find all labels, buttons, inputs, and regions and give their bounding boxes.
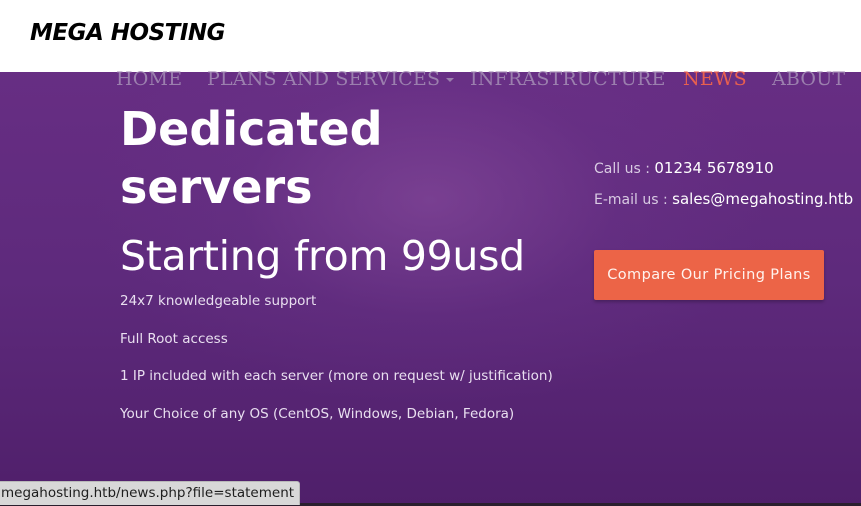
link-status-bar: megahosting.htb/news.php?file=statement	[0, 481, 301, 505]
feature-item: Your Choice of any OS (CentOS, Windows, …	[120, 405, 515, 422]
page: MEGA HOSTING HOME PLANS AND SERVICES INF…	[0, 0, 861, 506]
feature-item: Full Root access	[120, 330, 228, 347]
contact-info: Call us : 01234 5678910 E-mail us : sale…	[594, 158, 853, 220]
email-line: E-mail us : sales@megahosting.htb	[594, 189, 853, 220]
phone-number[interactable]: 01234 5678910	[654, 159, 773, 177]
header-bar: MEGA HOSTING	[0, 0, 861, 72]
feature-item: 1 IP included with each server (more on …	[120, 368, 553, 384]
nav-item-news[interactable]: NEWS	[683, 68, 747, 90]
site-logo[interactable]: MEGA HOSTING	[30, 20, 226, 46]
nav-item-plans-label: PLANS AND SERVICES	[207, 68, 441, 90]
nav-item-home[interactable]: HOME	[116, 68, 182, 90]
phone-line: Call us : 01234 5678910	[594, 158, 853, 189]
email-label: E-mail us :	[594, 192, 673, 208]
hero-headline-line2: servers	[120, 160, 313, 214]
nav-item-about[interactable]: ABOUT	[772, 68, 845, 90]
email-address[interactable]: sales@megahosting.htb	[672, 190, 853, 208]
hero-headline-line1: Dedicated	[120, 102, 383, 156]
main-nav: HOME PLANS AND SERVICES INFRASTRUCTURE N…	[0, 68, 861, 90]
nav-item-infrastructure[interactable]: INFRASTRUCTURE	[470, 68, 666, 90]
feature-list: 24x7 knowledgeable support Full Root acc…	[120, 292, 553, 442]
phone-label: Call us :	[594, 161, 655, 177]
nav-item-plans-and-services[interactable]: PLANS AND SERVICES	[207, 68, 455, 90]
hero-headline: Dedicated servers	[120, 100, 383, 216]
caret-down-icon	[446, 78, 455, 82]
hero-subheadline: Starting from 99usd	[120, 232, 525, 280]
feature-item: 24x7 knowledgeable support	[120, 293, 317, 309]
compare-pricing-button[interactable]: Compare Our Pricing Plans	[594, 250, 824, 300]
